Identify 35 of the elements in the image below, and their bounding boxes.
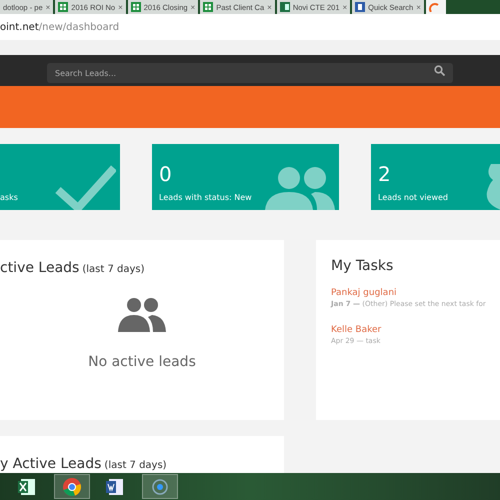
task-link[interactable]: Kelle Baker (331, 325, 500, 335)
browser-icon (62, 476, 82, 496)
close-icon[interactable]: × (190, 2, 196, 12)
ring-icon (150, 476, 170, 496)
close-icon[interactable]: × (416, 2, 421, 12)
document-icon (106, 476, 126, 496)
panel-title: My Tasks (331, 258, 394, 274)
sheet-icon (58, 2, 68, 12)
address-field[interactable]: oint.net/new/dashboard (0, 22, 120, 32)
people-icon (265, 164, 335, 210)
people-icon (118, 298, 166, 332)
swirl-icon (428, 2, 439, 12)
browser-tab[interactable] (426, 0, 446, 14)
sheet-icon (203, 2, 214, 12)
search-icon (434, 64, 445, 76)
close-icon[interactable]: × (342, 2, 348, 12)
search-field[interactable]: Search Leads... (47, 63, 453, 83)
spreadsheet-icon (18, 476, 38, 496)
task-link[interactable]: Pankaj guglani (331, 288, 500, 298)
sheet-icon (130, 2, 141, 12)
panel-title: y Active Leads (0, 456, 102, 472)
empty-message: No active leads (88, 354, 196, 370)
stat-label: Leads with status: New (159, 193, 252, 202)
date-range-note: (last 7 days) (82, 264, 145, 275)
close-icon[interactable]: × (267, 2, 272, 12)
date-range-note: (last 7 days) (104, 460, 167, 471)
stat-label: Leads not viewed (378, 193, 448, 202)
panel-title: ctive Leads (0, 260, 80, 276)
close-icon[interactable]: × (118, 2, 123, 12)
stat-value: 0 (159, 161, 173, 187)
stat-value: 2 (378, 161, 392, 187)
spreadsheet-icon (280, 2, 290, 12)
stat-label: asks (0, 193, 18, 202)
close-icon[interactable]: × (46, 2, 50, 12)
page-icon (355, 2, 366, 12)
